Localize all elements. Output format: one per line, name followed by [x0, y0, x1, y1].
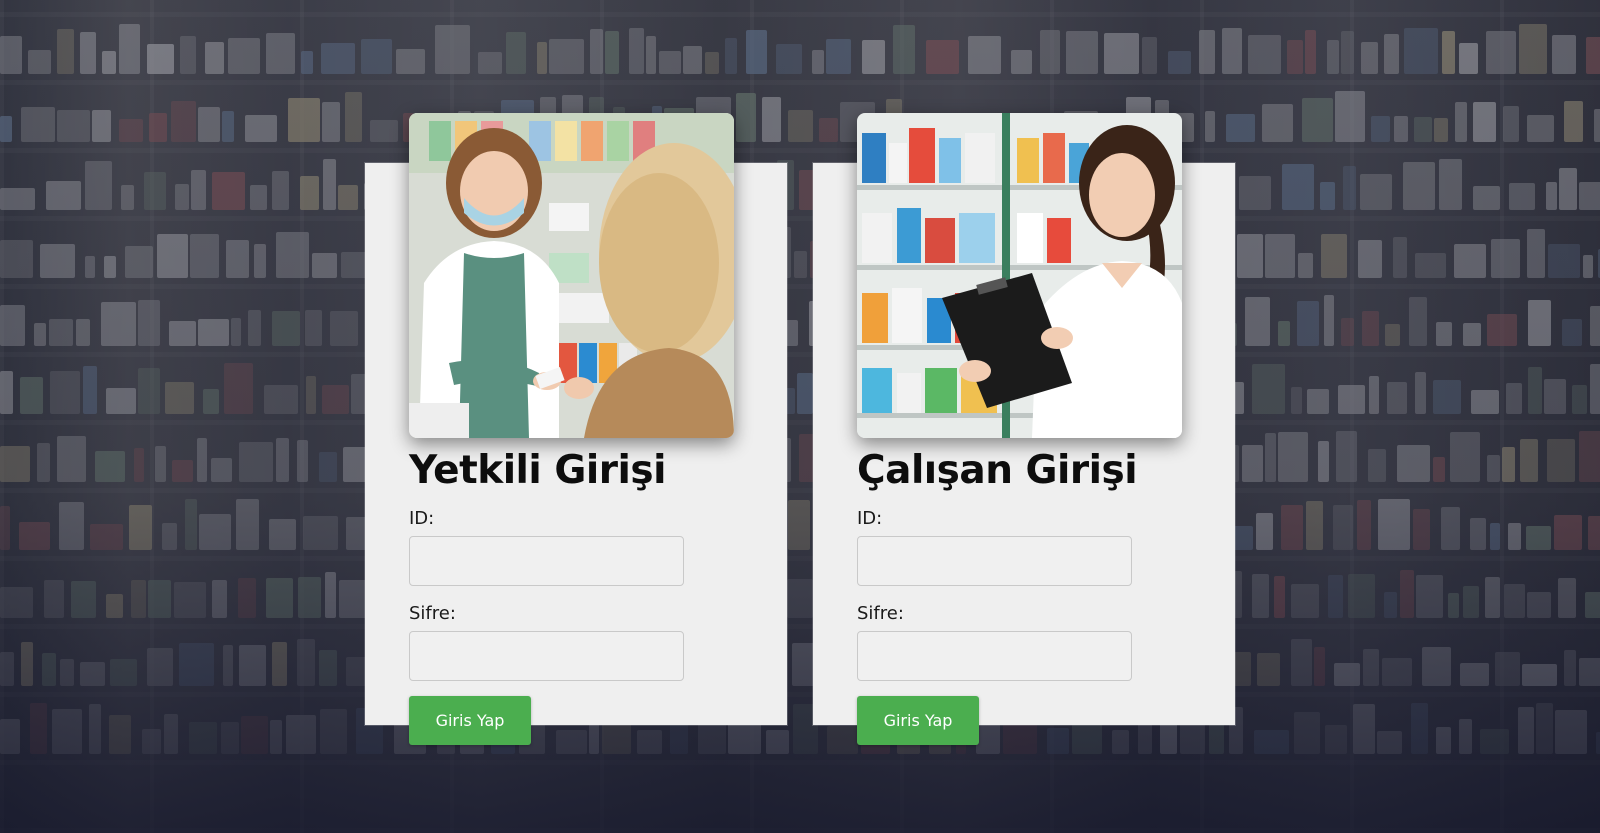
employee-id-label: ID: [857, 508, 883, 529]
pharmacist-serving-customer-photo [409, 113, 734, 438]
admin-login-title: Yetkili Girişi [409, 448, 666, 493]
admin-password-input[interactable] [409, 631, 684, 681]
employee-login-photo [857, 113, 1182, 438]
employee-login-button[interactable]: Giris Yap [857, 696, 979, 745]
pharmacist-with-clipboard-photo [857, 113, 1182, 438]
employee-password-label: Sifre: [857, 603, 904, 624]
employee-id-input[interactable] [857, 536, 1132, 586]
admin-login-photo [409, 113, 734, 438]
pharmacy-background-image [0, 0, 1600, 833]
admin-id-input[interactable] [409, 536, 684, 586]
employee-login-title: Çalışan Girişi [857, 448, 1138, 493]
admin-login-button[interactable]: Giris Yap [409, 696, 531, 745]
employee-password-input[interactable] [857, 631, 1132, 681]
admin-password-label: Sifre: [409, 603, 456, 624]
admin-id-label: ID: [409, 508, 435, 529]
background-dark-overlay [0, 0, 1600, 833]
